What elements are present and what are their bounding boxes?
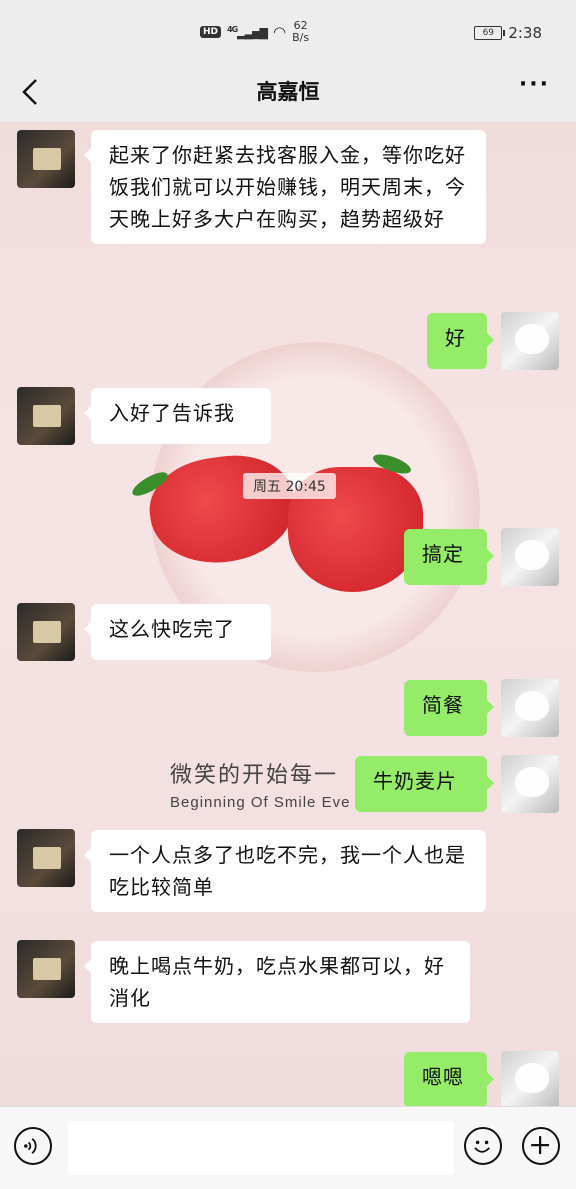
message-bubble[interactable]: 简餐 (404, 680, 494, 736)
message-bubble[interactable]: 嗯嗯 (404, 1052, 494, 1106)
message-bubble[interactable]: 搞定 (404, 529, 494, 585)
input-bar (0, 1106, 576, 1189)
background-slogan: 微笑的开始每一 (170, 763, 339, 788)
message-bubble[interactable]: 好 (427, 313, 494, 369)
chat-title: 高嘉恒 (256, 80, 320, 104)
message-bubble[interactable]: 起来了你赶紧去找客服入金，等你吃好饭我们就可以开始赚钱，明天周末，今天晚上好多大… (84, 130, 486, 244)
contact-avatar[interactable] (17, 603, 75, 661)
battery-level: 69 (482, 28, 495, 38)
status-icons: HD 4G▂▃▅▇ ◠ 62 B/s (200, 20, 309, 44)
message-bubble[interactable]: 一个人点多了也吃不完，我一个人也是吃比较简单 (84, 830, 486, 912)
signal-icon: 4G▂▃▅▇ (227, 24, 268, 40)
battery-icon: 69 (474, 26, 506, 40)
message-input[interactable] (68, 1121, 454, 1175)
message-bubble[interactable]: 入好了告诉我 (84, 388, 271, 444)
timestamp: 周五 20:45 (243, 473, 336, 499)
my-avatar[interactable] (501, 1051, 559, 1106)
message-bubble[interactable]: 牛奶麦片 (355, 756, 494, 812)
message-bubble[interactable]: 晚上喝点牛奶，吃点水果都可以，好消化 (84, 941, 470, 1023)
emoji-icon[interactable] (464, 1127, 502, 1165)
my-avatar[interactable] (501, 679, 559, 737)
contact-avatar[interactable] (17, 130, 75, 188)
status-bar: HD 4G▂▃▅▇ ◠ 62 B/s 69 2:38 (0, 0, 576, 64)
title-bar: 高嘉恒 ··· (0, 64, 576, 122)
speed-unit: B/s (292, 31, 310, 44)
background-slogan-en: Beginning Of Smile Eve (170, 794, 351, 811)
my-avatar[interactable] (501, 755, 559, 813)
hd-badge: HD (200, 26, 222, 38)
plus-icon[interactable] (522, 1127, 560, 1165)
more-icon[interactable]: ··· (519, 72, 550, 97)
my-avatar[interactable] (501, 312, 559, 370)
contact-avatar[interactable] (17, 387, 75, 445)
voice-icon[interactable] (14, 1127, 52, 1165)
message-bubble[interactable]: 这么快吃完了 (84, 604, 271, 660)
network-type: 4G (227, 24, 238, 34)
network-speed: 62 B/s (292, 20, 309, 44)
contact-avatar[interactable] (17, 829, 75, 887)
contact-avatar[interactable] (17, 940, 75, 998)
my-avatar[interactable] (501, 528, 559, 586)
chat-area[interactable]: 微笑的开始每一 Beginning Of Smile Eve 起来了你赶紧去找客… (0, 122, 576, 1106)
clock: 2:38 (508, 24, 542, 42)
wifi-icon: ◠ (273, 23, 287, 41)
